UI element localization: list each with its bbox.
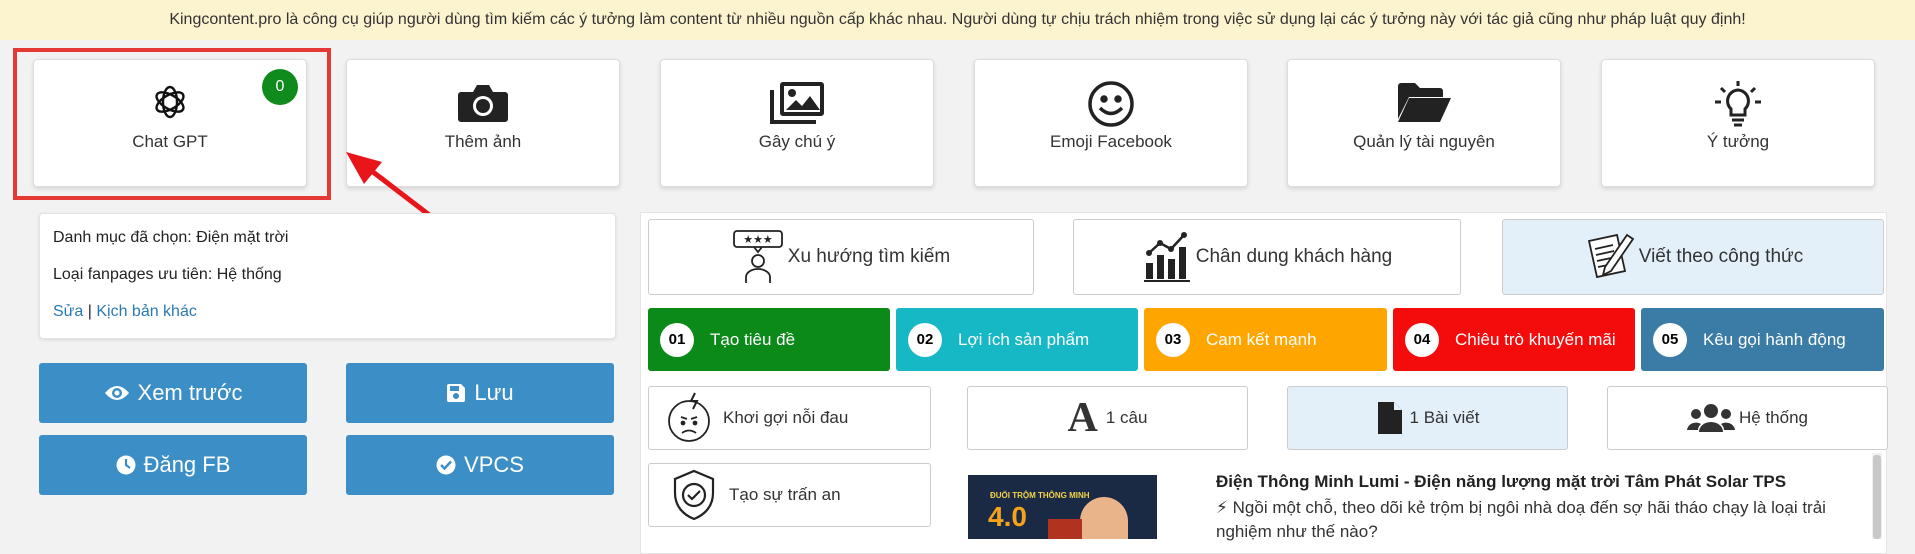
- tool-ideas[interactable]: Ý tưởng: [1601, 59, 1875, 187]
- file-icon: [1377, 402, 1402, 434]
- step-number: 05: [1653, 322, 1687, 357]
- tool-label: Ý tưởng: [1706, 132, 1770, 151]
- category-customer-portrait[interactable]: Chân dung khách hàng: [1073, 219, 1461, 295]
- tool-label: Emoji Facebook: [1050, 132, 1172, 151]
- highlight-box: [13, 48, 331, 200]
- length-label: 1 Bài viết: [1409, 408, 1480, 427]
- step-label: Lợi ích sản phẩm: [958, 329, 1090, 349]
- category-search-trends[interactable]: ★★★ Xu hướng tìm kiếm: [648, 219, 1034, 295]
- smile-icon: [975, 80, 1247, 127]
- tool-emoji-facebook[interactable]: Emoji Facebook: [974, 59, 1248, 187]
- tool-attention[interactable]: Gây chú ý: [660, 59, 934, 187]
- step-create-title[interactable]: 01 Tạo tiêu đề: [648, 308, 890, 371]
- article-title[interactable]: Điện Thông Minh Lumi - Điện năng lượng m…: [1216, 472, 1786, 492]
- step-label: Cam kết mạnh: [1206, 329, 1317, 349]
- link-separator: |: [87, 303, 92, 320]
- save-button[interactable]: Lưu: [346, 363, 614, 423]
- length-one-sentence[interactable]: A 1 câu: [967, 386, 1248, 450]
- length-label: Hệ thống: [1739, 408, 1808, 427]
- users-icon: [1687, 404, 1735, 432]
- formula-evoke-pain[interactable]: Khơi gợi nỗi đau: [648, 386, 931, 450]
- post-facebook-button[interactable]: Đăng FB: [39, 435, 307, 495]
- tool-label: Gây chú ý: [758, 132, 836, 151]
- post-fb-label: Đăng FB: [143, 452, 231, 477]
- thumb-number: 4.0: [988, 501, 1027, 532]
- selected-category: Danh mục đã chọn: Điện mặt trời: [53, 229, 289, 246]
- shield-check-icon: [673, 469, 715, 521]
- article-description: ⚡ Ngồi một chỗ, theo dõi kẻ trộm bị ngôi…: [1216, 498, 1826, 541]
- formula-label: Khơi gợi nỗi đau: [723, 408, 849, 427]
- length-system[interactable]: Hệ thống: [1607, 386, 1888, 450]
- thumb-roof: [1048, 519, 1082, 539]
- category-label: Xu hướng tìm kiếm: [787, 246, 951, 267]
- eye-icon: [104, 386, 129, 400]
- step-number: 03: [1156, 322, 1190, 357]
- vpcs-button[interactable]: VPCS: [346, 435, 614, 495]
- step-label: Kêu gọi hành động: [1703, 329, 1846, 349]
- svg-text:★★★: ★★★: [743, 233, 773, 246]
- other-script-link[interactable]: Kịch bản khác: [96, 303, 197, 320]
- lightbulb-icon: [1602, 80, 1874, 127]
- category-label: Chân dung khách hàng: [1195, 246, 1393, 267]
- vpcs-label: VPCS: [464, 452, 524, 477]
- thumb-person: [1080, 497, 1128, 539]
- save-disk-icon: [447, 384, 466, 402]
- disclaimer-banner: Kingcontent.pro là công cụ giúp người dù…: [0, 0, 1915, 40]
- rating-person-icon: ★★★: [732, 230, 783, 283]
- step-product-benefits[interactable]: 02 Lợi ích sản phẩm: [896, 308, 1138, 371]
- tool-resource-manager[interactable]: Quản lý tài nguyên: [1287, 59, 1561, 187]
- save-label: Lưu: [474, 380, 514, 405]
- preview-button[interactable]: Xem trước: [39, 363, 307, 423]
- font-a-icon: A: [1067, 395, 1098, 441]
- folder-open-icon: [1288, 80, 1560, 126]
- info-links: Sửa | Kịch bản khác: [53, 303, 197, 321]
- thumb-caption: ĐUỔI TRỘM THÔNG MINH: [990, 491, 1090, 500]
- tool-label: Thêm ảnh: [444, 132, 522, 151]
- formula-reassure[interactable]: Tạo sự trấn an: [648, 463, 931, 527]
- clock-icon: [116, 455, 136, 475]
- camera-icon: [347, 80, 619, 126]
- step-call-to-action[interactable]: 05 Kêu gọi hành động: [1641, 308, 1884, 371]
- length-one-article[interactable]: 1 Bài viết: [1287, 386, 1568, 450]
- preferred-fanpage: Loại fanpages ưu tiên: Hệ thống: [53, 266, 282, 283]
- images-icon: [661, 80, 933, 126]
- pain-face-icon: [668, 392, 710, 442]
- step-promotion-tricks[interactable]: 04 Chiêu trò khuyến mãi: [1393, 308, 1635, 371]
- analytics-icon: [1143, 232, 1190, 282]
- write-notes-icon: [1587, 233, 1635, 279]
- preview-label: Xem trước: [137, 380, 243, 405]
- step-strong-commitment[interactable]: 03 Cam kết mạnh: [1144, 308, 1387, 371]
- step-number: 01: [660, 322, 694, 357]
- step-label: Chiêu trò khuyến mãi: [1455, 329, 1616, 349]
- step-number: 02: [908, 322, 942, 357]
- category-write-by-formula[interactable]: Viết theo công thức: [1502, 219, 1884, 295]
- check-circle-icon: [436, 455, 456, 475]
- step-label: Tạo tiêu đề: [710, 329, 796, 349]
- category-label: Viết theo công thức: [1638, 246, 1804, 267]
- scrollbar-thumb[interactable]: [1873, 455, 1881, 539]
- article-thumbnail[interactable]: ĐUỔI TRỘM THÔNG MINH 4.0: [968, 475, 1157, 539]
- tool-label: Quản lý tài nguyên: [1353, 132, 1495, 151]
- edit-link[interactable]: Sửa: [53, 303, 83, 320]
- scrollbar[interactable]: [1872, 453, 1882, 539]
- formula-label: Tạo sự trấn an: [729, 485, 841, 504]
- step-number: 04: [1405, 322, 1439, 357]
- selection-info: Danh mục đã chọn: Điện mặt trời Loại fan…: [39, 213, 616, 339]
- length-label: 1 câu: [1105, 408, 1148, 427]
